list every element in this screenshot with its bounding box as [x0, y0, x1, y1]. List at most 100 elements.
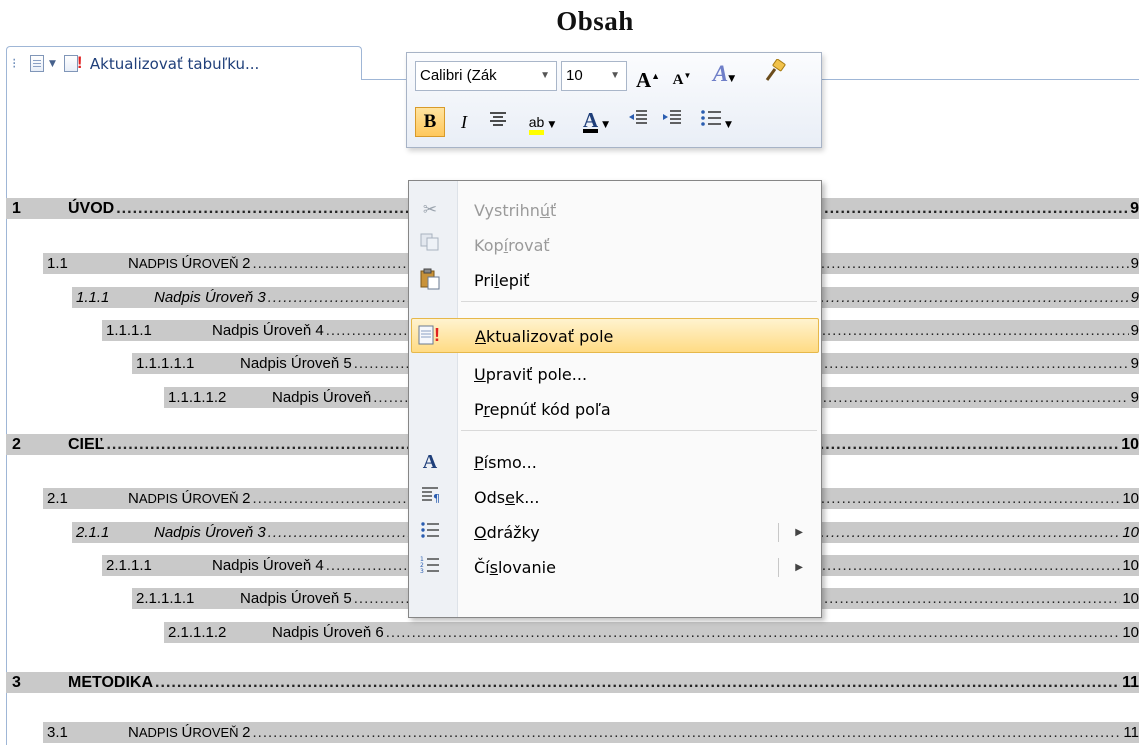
toc-number: 1.1 — [47, 255, 68, 272]
svg-text:!: ! — [434, 325, 440, 345]
paragraph-icon: ¶ — [417, 485, 443, 509]
toc-leader-dots: ........................................… — [385, 624, 1121, 641]
chevron-down-icon: ▼ — [602, 120, 610, 130]
shrink-font-button[interactable]: A▼ — [667, 61, 697, 91]
toc-number: 2.1.1.1.1 — [136, 590, 195, 607]
toc-heading-text: ÚVOD — [68, 200, 115, 217]
toc-heading-text: Nadpis Úroveň 4 — [212, 557, 324, 574]
copy-icon — [417, 233, 443, 257]
format-painter-button[interactable] — [759, 58, 791, 89]
font-color-button[interactable]: A ▼ — [571, 107, 621, 137]
center-align-icon — [490, 112, 506, 126]
toc-page-number: 10 — [1122, 524, 1139, 541]
grow-font-icon: A — [635, 68, 652, 92]
toc-number: 1.1.1.1.2 — [168, 389, 227, 406]
context-menu: ✂ Vystrihnúť Kopírovať Prilepiť ! Aktual… — [408, 180, 822, 618]
menu-separator — [461, 301, 817, 302]
chevron-down-icon: ▼ — [725, 120, 732, 130]
menu-item-label: Aktualizovať pole — [475, 327, 614, 346]
toc-page-number: 10 — [1122, 490, 1139, 507]
toc-page-number: 10 — [1121, 436, 1139, 453]
font-color-icon: A — [582, 108, 599, 133]
font-size-dropdown[interactable]: 10 ▼ — [561, 61, 627, 91]
styles-button[interactable]: A▼ — [703, 59, 745, 89]
toc-field-tab: ⁝ ▼ ! Aktualizovať tabuľku... — [6, 46, 362, 80]
menu-item-label: Prepnúť kód poľa — [474, 400, 611, 419]
bullets-button[interactable]: ▼ — [693, 107, 739, 137]
toc-page-number: 9 — [1130, 389, 1139, 406]
menu-item-paste[interactable]: Prilepiť — [411, 263, 819, 298]
toc-heading-text: Nadpis Úroveň 3 — [154, 289, 266, 306]
chevron-down-icon: ▼ — [728, 74, 736, 84]
toc-page-number: 11 — [1122, 674, 1139, 691]
font-icon: A — [422, 451, 438, 473]
toc-entry[interactable]: 3.1 NADPIS ÚROVEŇ 2......................… — [0, 722, 1139, 744]
toc-page-number: 9 — [1130, 255, 1139, 272]
font-name-dropdown[interactable]: Calibri (Zák ▼ — [415, 61, 557, 91]
mini-toolbar: Calibri (Zák ▼ 10 ▼ A▲ A▼ A▼ B I ab ▼ A ▼ — [406, 52, 822, 148]
menu-item-label: Prilepiť — [474, 271, 530, 290]
highlight-color-button[interactable]: ab ▼ — [517, 107, 567, 137]
menu-item-copy[interactable]: Kopírovať — [411, 228, 819, 263]
menu-item-bullets[interactable]: Odrážky ▶ — [411, 515, 819, 550]
submenu-divider — [778, 523, 779, 542]
menu-item-label: Odrážky — [474, 523, 540, 542]
update-table-button[interactable]: Aktualizovať tabuľku... — [90, 55, 259, 73]
center-align-button[interactable] — [483, 107, 513, 137]
menu-item-update-field[interactable]: ! Aktualizovať pole — [411, 318, 819, 353]
toc-number: 3.1 — [47, 724, 68, 741]
toc-heading-text: METODIKA — [68, 674, 154, 691]
decrease-indent-button[interactable] — [623, 107, 653, 137]
toc-page-number: 9 — [1130, 289, 1139, 306]
toc-number: 2 — [12, 436, 21, 453]
toc-number: 2.1 — [47, 490, 68, 507]
toc-heading-text: NADPIS ÚROVEŇ 2 — [128, 490, 251, 507]
toc-entry[interactable]: 2.1.1.1.2 Nadpis Úroveň 6................… — [0, 622, 1139, 644]
toc-heading-text: Nadpis Úroveň — [272, 389, 372, 406]
toc-number: 1 — [12, 200, 21, 217]
svg-text:¶: ¶ — [433, 492, 440, 505]
menu-item-paragraph[interactable]: ¶ Odsek... — [411, 480, 819, 515]
font-name-value: Calibri (Zák — [420, 67, 497, 84]
increase-indent-button[interactable] — [657, 107, 687, 137]
toc-number: 1.1.1.1.1 — [136, 355, 195, 372]
toc-heading-text: Nadpis Úroveň 5 — [240, 590, 352, 607]
menu-item-cut[interactable]: ✂ Vystrihnúť — [411, 193, 819, 228]
grip-icon[interactable]: ⁝ — [12, 56, 22, 72]
chevron-down-icon[interactable]: ▼ — [49, 59, 56, 69]
toc-heading-text: NADPIS ÚROVEŇ 2 — [128, 724, 251, 741]
update-field-icon[interactable]: ! — [63, 53, 88, 73]
toc-heading-text: Nadpis Úroveň 5 — [240, 355, 352, 372]
font-size-value: 10 — [566, 67, 583, 84]
menu-item-toggle-field-code[interactable]: Prepnúť kód poľa — [411, 392, 819, 427]
toc-number: 2.1.1.1.2 — [168, 624, 227, 641]
update-field-icon: ! — [418, 324, 444, 348]
table-of-contents-icon[interactable] — [30, 55, 44, 72]
submenu-divider — [778, 558, 779, 577]
paste-icon — [417, 268, 443, 292]
toc-number: 2.1.1.1 — [106, 557, 152, 574]
menu-item-label: Číslovanie — [474, 558, 556, 577]
toc-leader-dots: ........................................… — [155, 674, 1120, 691]
toc-page-number: 9 — [1130, 322, 1139, 339]
toc-leader-dots: ........................................… — [252, 724, 1122, 741]
menu-item-label: Kopírovať — [474, 236, 550, 255]
toc-heading-text: CIEĽ — [68, 436, 105, 453]
bold-button[interactable]: B — [415, 107, 445, 137]
italic-button[interactable]: I — [449, 107, 479, 137]
bullets-icon — [701, 110, 722, 126]
menu-item-numbering[interactable]: 123 Číslovanie ▶ — [411, 550, 819, 585]
highlighter-icon: ab — [528, 114, 545, 135]
submenu-arrow-icon: ▶ — [795, 527, 803, 538]
menu-item-font[interactable]: A Písmo... — [411, 445, 819, 480]
shrink-font-icon: A — [672, 72, 684, 88]
chevron-down-icon: ▼ — [548, 120, 556, 130]
text-effects-icon: A — [712, 61, 729, 86]
grow-font-button[interactable]: A▲ — [633, 61, 663, 92]
menu-item-edit-field[interactable]: Upraviť pole... — [411, 357, 819, 392]
menu-item-label: Písmo... — [474, 453, 537, 472]
menu-item-label: Odsek... — [474, 488, 540, 507]
toc-entry[interactable]: 3 METODIKA...............................… — [0, 672, 1139, 694]
toc-page-number: 11 — [1123, 724, 1139, 741]
scissors-icon: ✂ — [422, 200, 438, 220]
